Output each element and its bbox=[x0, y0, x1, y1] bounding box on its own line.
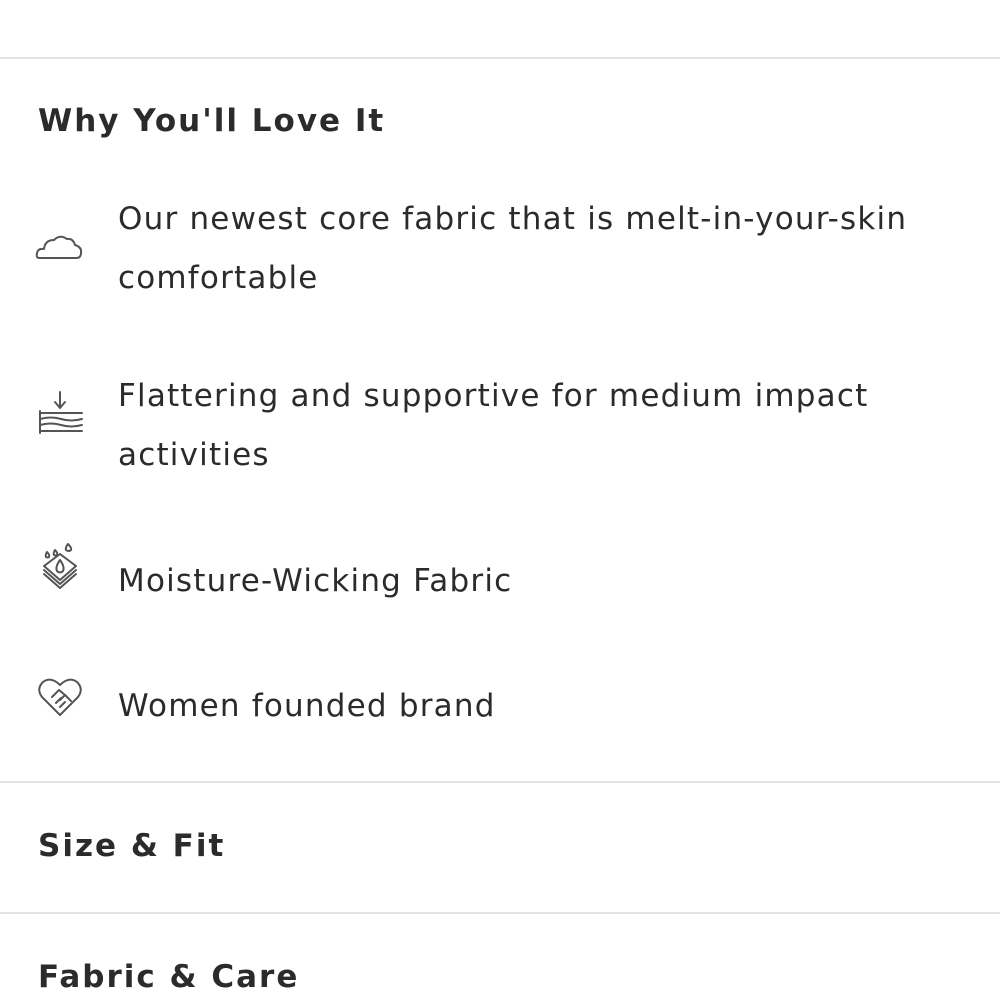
fabric-care-heading: Fabric & Care bbox=[38, 959, 300, 995]
feature-item-comfort: Our newest core fabric that is melt-in-y… bbox=[0, 190, 1000, 310]
size-fit-accordion[interactable]: Size & Fit bbox=[0, 783, 1000, 912]
feature-item-moisture: Moisture-Wicking Fabric bbox=[0, 543, 1000, 612]
feature-item-support: Flattering and supportive for medium imp… bbox=[0, 367, 1000, 487]
feature-text-women-founded: Women founded brand bbox=[118, 688, 496, 724]
feature-text-support: Flattering and supportive for medium imp… bbox=[118, 378, 869, 473]
why-youll-love-it-heading: Why You'll Love It bbox=[38, 103, 386, 139]
top-divider bbox=[0, 57, 1000, 59]
feature-text-comfort: Our newest core fabric that is melt-in-y… bbox=[118, 201, 908, 296]
compression-support-icon bbox=[34, 387, 86, 439]
feature-item-women-founded: Women founded brand bbox=[0, 677, 1000, 737]
fabric-care-accordion[interactable]: Fabric & Care bbox=[0, 914, 1000, 1000]
product-details-panel: Why You'll Love It Our newest core fabri… bbox=[0, 0, 1000, 1000]
size-fit-heading: Size & Fit bbox=[38, 828, 226, 864]
feature-text-moisture: Moisture-Wicking Fabric bbox=[118, 563, 513, 599]
moisture-wicking-icon bbox=[34, 540, 86, 592]
cloud-icon bbox=[34, 220, 86, 272]
heart-handshake-icon bbox=[34, 673, 86, 725]
